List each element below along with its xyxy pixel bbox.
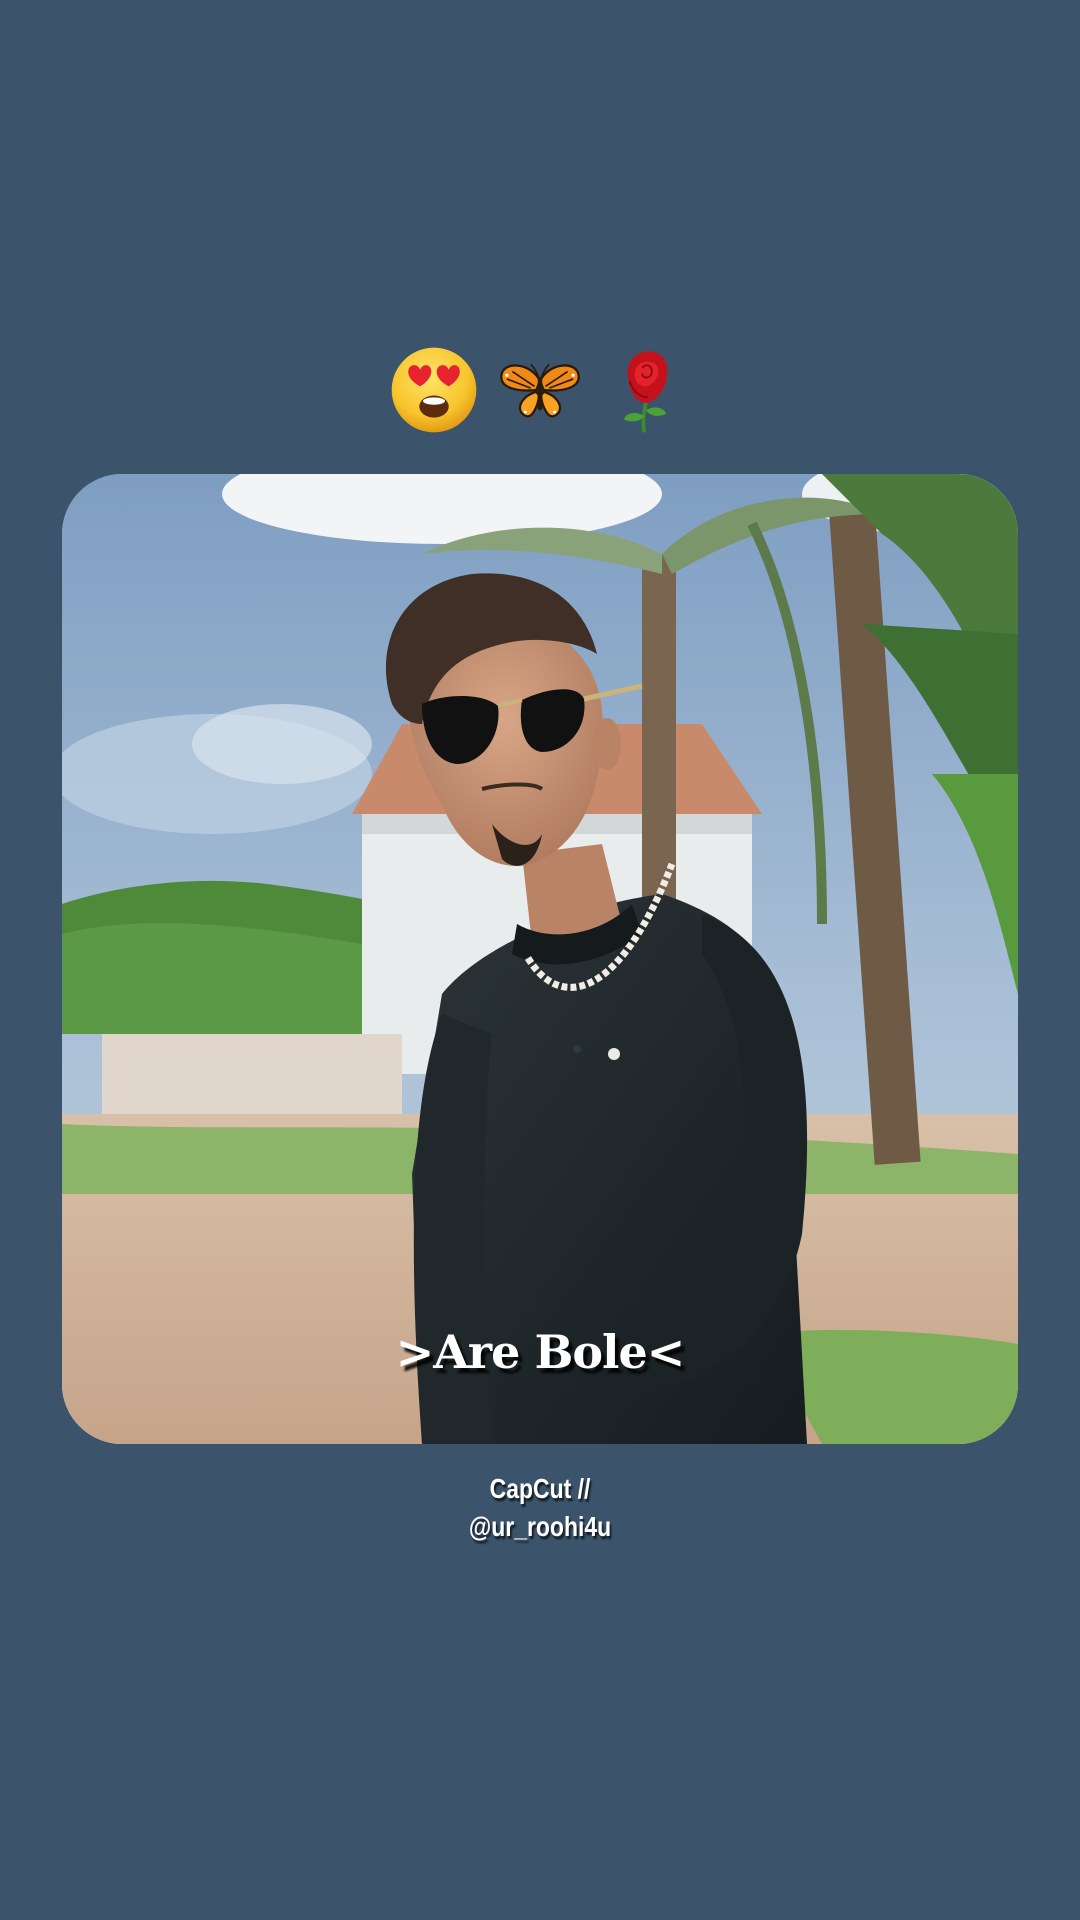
credit-text: CapCut // @ur_roohi4u — [97, 1470, 983, 1546]
photo — [62, 474, 1018, 1444]
emoji-row — [0, 340, 1080, 440]
credit-line-1: CapCut // — [489, 1473, 591, 1504]
photo-illustration — [62, 474, 1018, 1444]
heart-eyes-face-emoji — [391, 347, 477, 433]
credit-line-2: @ur_roohi4u — [468, 1511, 612, 1542]
rose-emoji — [623, 351, 668, 433]
caption-text: >Are Bole< — [395, 1325, 686, 1379]
butterfly-emoji — [500, 363, 580, 418]
story-canvas: >Are Bole< CapCut // @ur_roohi4u — [0, 0, 1080, 1920]
